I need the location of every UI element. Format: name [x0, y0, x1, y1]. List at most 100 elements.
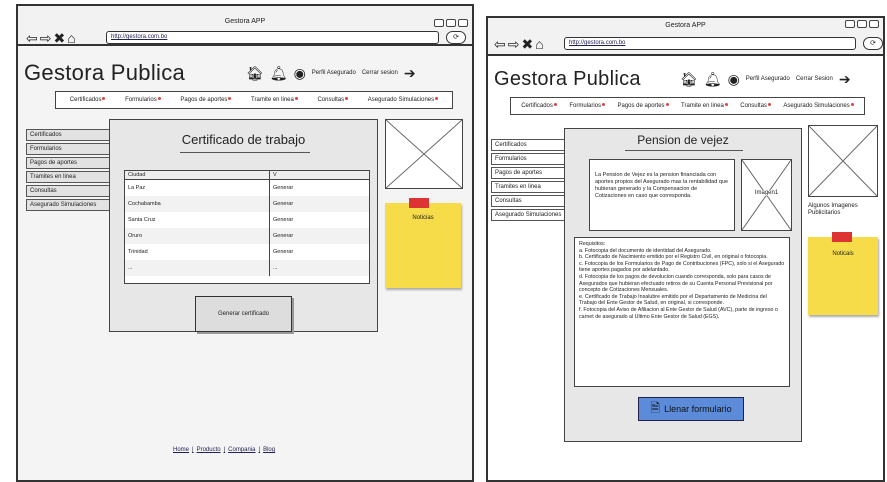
news-sticky-note[interactable]: Noticias	[385, 198, 461, 288]
forward-icon[interactable]: ⇨	[508, 37, 520, 51]
table-row[interactable]: ......	[125, 260, 369, 276]
profile-link[interactable]: Perfil Asegurado	[312, 70, 356, 76]
user-icon[interactable]: ◉	[728, 72, 740, 86]
sidebar-item-consultas[interactable]: Consultas	[491, 195, 566, 207]
pension-description: La Pension de Vejez es la pension financ…	[589, 159, 735, 231]
cell-action[interactable]: Generar	[270, 244, 369, 260]
right-url-field[interactable]: http://gestora.com.bo	[564, 37, 856, 50]
news-sticky-note[interactable]: Noticais	[808, 232, 878, 315]
sidebar-item-consultas[interactable]: Consultas	[26, 185, 114, 197]
minimize-button[interactable]	[434, 19, 444, 27]
user-icon[interactable]: ◉	[294, 66, 306, 80]
table-row[interactable]: Santa Cruz Generar	[125, 212, 369, 228]
sidebar-item-simulaciones[interactable]: Asegurado Simulaciones	[26, 199, 114, 211]
tape-decoration	[832, 232, 852, 242]
forward-icon[interactable]: ⇨	[40, 31, 52, 45]
table-row[interactable]: Oruro Generar	[125, 228, 369, 244]
page-title: Pension de vejez	[637, 133, 729, 147]
left-sidebar: Certificados Formularios Pagos de aporte…	[26, 129, 114, 213]
left-logo: Gestora Publica	[24, 60, 186, 85]
menu-item-consultas[interactable]: Consultas	[317, 97, 348, 103]
close-window-button[interactable]	[458, 19, 468, 27]
home-icon[interactable]: ⌂	[67, 31, 75, 45]
fill-form-label: Llenar formulario	[664, 404, 732, 414]
right-window-controls	[845, 20, 879, 28]
footer-link-blog[interactable]: Blog	[263, 447, 275, 453]
menu-item-pagos[interactable]: Pagos de aportes	[618, 103, 669, 109]
cell-city: La Paz	[125, 180, 270, 196]
stop-icon[interactable]: ✖	[53, 31, 65, 45]
logout-icon[interactable]: ➔	[404, 66, 416, 80]
sidebar-item-certificados[interactable]: Certificados	[26, 129, 114, 141]
right-go-button[interactable]: ⟳	[863, 37, 883, 50]
logout-link[interactable]: Cerrar Sesion	[796, 76, 833, 82]
left-go-button[interactable]: ⟳	[446, 31, 466, 44]
column-header-city[interactable]: Ciudad	[125, 171, 270, 179]
sidebar-item-certificados[interactable]: Certificados	[491, 139, 566, 151]
column-header-action[interactable]: V	[270, 171, 369, 179]
bell-icon[interactable]: 🔔︎	[704, 72, 722, 86]
menu-item-simulaciones[interactable]: Asegurado Simulaciones	[783, 103, 853, 109]
footer-link-home[interactable]: Home	[173, 447, 189, 453]
sidebar-item-formularios[interactable]: Formularios	[491, 153, 566, 165]
requirement-item: a. Fotocopia del documento de identidad …	[579, 247, 712, 254]
home-icon[interactable]: ⌂	[535, 37, 543, 51]
sidebar-item-simulaciones[interactable]: Asegurado Simulaciones	[491, 209, 566, 221]
menu-item-certificados[interactable]: Certificados	[70, 97, 106, 103]
table-row[interactable]: Cochabamba Generar	[125, 196, 369, 212]
logout-link[interactable]: Cerrar sesion	[362, 70, 398, 76]
back-icon[interactable]: ⇦	[26, 31, 38, 45]
fill-form-button[interactable]: 🗎 Llenar formulario	[638, 397, 744, 421]
cell-action[interactable]: Generar	[270, 228, 369, 244]
right-top-menu: Certificados Formularios Pagos de aporte…	[510, 97, 865, 115]
cell-city: Trinidad	[125, 244, 270, 260]
footer-link-compania[interactable]: Compania	[228, 447, 255, 453]
menu-item-pagos[interactable]: Pagos de aportes	[180, 97, 231, 103]
menu-item-formularios[interactable]: Formularios	[569, 103, 605, 109]
pdf-icon: 🗎	[650, 400, 661, 415]
requirements-heading: Requisitos:	[579, 241, 606, 247]
sidebar-item-pagos[interactable]: Pagos de aportes	[491, 167, 566, 179]
cell-action[interactable]: ...	[270, 260, 369, 276]
menu-item-tramite[interactable]: Tramite en linea	[251, 97, 298, 103]
logout-icon[interactable]: ➔	[839, 72, 851, 86]
footer-sep: |	[192, 447, 194, 453]
cell-action[interactable]: Generar	[270, 180, 369, 196]
tape-decoration	[409, 198, 429, 208]
menu-item-certificados[interactable]: Certificados	[521, 103, 557, 109]
sidebar-item-formularios[interactable]: Formularios	[26, 143, 114, 155]
requirement-item: c. Fotocopia de los Formularios de Pago …	[579, 260, 785, 274]
house-icon[interactable]: 🏠︎	[246, 66, 264, 80]
generate-certificate-button[interactable]: Generar certificado	[195, 296, 292, 332]
bell-icon[interactable]: 🔔︎	[270, 66, 288, 80]
ads-caption: Algunos Imagenes Publicitarios	[808, 203, 858, 216]
cell-action[interactable]: Generar	[270, 212, 369, 228]
table-row[interactable]: Trinidad Generar	[125, 244, 369, 260]
menu-item-consultas[interactable]: Consultas	[740, 103, 771, 109]
footer-sep: |	[223, 447, 226, 453]
maximize-button[interactable]	[857, 20, 867, 28]
pension-image-placeholder: Imagen1	[741, 159, 792, 231]
left-url-field[interactable]: http://gestora.com.bo	[106, 31, 439, 44]
cell-action[interactable]: Generar	[270, 196, 369, 212]
house-icon[interactable]: 🏠︎	[680, 72, 698, 86]
menu-item-simulaciones[interactable]: Asegurado Simulaciones	[368, 97, 438, 103]
news-label: Noticias	[412, 215, 434, 221]
sidebar-item-tramites[interactable]: Tramites en linea	[491, 181, 566, 193]
right-content-panel: Pension de vejez La Pension de Vejez es …	[564, 128, 802, 442]
menu-item-tramite[interactable]: Tramite en linea	[681, 103, 728, 109]
back-icon[interactable]: ⇦	[494, 37, 506, 51]
table-row[interactable]: La Paz Generar	[125, 180, 369, 196]
profile-link[interactable]: Perfil Asegurado	[746, 76, 790, 82]
placeholder-cross-icon	[386, 120, 462, 188]
minimize-button[interactable]	[845, 20, 855, 28]
close-window-button[interactable]	[869, 20, 879, 28]
stop-icon[interactable]: ✖	[521, 37, 533, 51]
sidebar-item-pagos[interactable]: Pagos de aportes	[26, 157, 114, 169]
footer-link-producto[interactable]: Producto	[197, 447, 221, 453]
maximize-button[interactable]	[446, 19, 456, 27]
requirement-item: f. Fotocopia del Aviso de Afiliacion al …	[579, 306, 778, 320]
sidebar-item-tramites[interactable]: Tramites en linea	[26, 171, 114, 183]
menu-item-formularios[interactable]: Formularios	[125, 97, 161, 103]
left-window-title: Gestora APP	[224, 18, 266, 25]
